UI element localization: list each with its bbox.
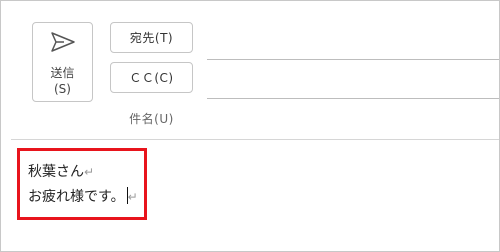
message-body-line[interactable]: お疲れ様です。 ↵ bbox=[28, 187, 138, 206]
to-field[interactable] bbox=[207, 59, 499, 60]
paper-plane-icon bbox=[50, 32, 75, 52]
email-compose-window: 送信 (S) 宛先(T) ＣＣ(C) 件名(U) 秋葉さん↵ お疲れ様です。 ↵ bbox=[0, 0, 500, 252]
message-body-line[interactable]: 秋葉さん↵ bbox=[28, 163, 94, 181]
subject-label: 件名(U) bbox=[129, 112, 174, 126]
body-text: お疲れ様です。 bbox=[28, 189, 125, 205]
send-shortcut: (S) bbox=[54, 82, 71, 96]
body-highlight-box bbox=[17, 148, 147, 220]
send-label: 送信 bbox=[50, 66, 75, 80]
paragraph-mark-icon: ↵ bbox=[127, 190, 138, 204]
send-button[interactable]: 送信 (S) bbox=[32, 22, 93, 102]
cc-button[interactable]: ＣＣ(C) bbox=[110, 62, 193, 93]
cc-field[interactable] bbox=[207, 98, 499, 99]
subject-field[interactable] bbox=[11, 139, 499, 140]
to-button[interactable]: 宛先(T) bbox=[110, 22, 193, 53]
paragraph-mark-icon: ↵ bbox=[84, 165, 95, 179]
body-text: 秋葉さん bbox=[28, 164, 84, 180]
